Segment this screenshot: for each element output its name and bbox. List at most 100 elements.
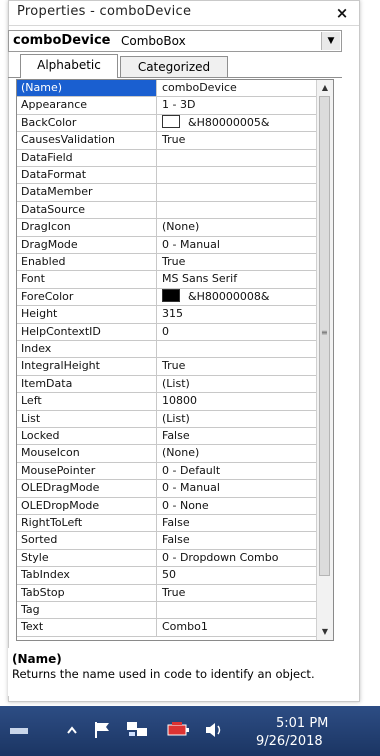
- property-name: DataField: [17, 149, 157, 166]
- property-value[interactable]: MS Sans Serif: [158, 271, 316, 287]
- flag-icon[interactable]: [93, 720, 115, 740]
- property-row[interactable]: DataMember: [17, 184, 317, 202]
- property-name: (Name): [17, 80, 157, 97]
- tab-categorized[interactable]: Categorized: [120, 56, 228, 78]
- property-value[interactable]: &H80000008&: [158, 288, 316, 305]
- chevron-down-icon[interactable]: ▼: [321, 32, 340, 50]
- property-row[interactable]: Height 315: [17, 306, 317, 324]
- property-name: Tag: [17, 602, 157, 619]
- clock-time[interactable]: 5:01 PM: [276, 716, 328, 731]
- property-row[interactable]: MousePointer 0 - Default: [17, 462, 317, 481]
- property-value[interactable]: True: [158, 358, 316, 374]
- property-name: ItemData: [17, 375, 157, 393]
- property-row[interactable]: OLEDragMode 0 - Manual: [17, 480, 317, 498]
- property-name: MousePointer: [17, 462, 157, 480]
- property-value[interactable]: False: [158, 515, 316, 531]
- property-name: Index: [17, 341, 157, 358]
- property-name: RightToLeft: [17, 515, 157, 532]
- property-row[interactable]: DataFormat: [17, 167, 317, 185]
- property-value[interactable]: False: [158, 428, 316, 444]
- property-name: HelpContextID: [17, 323, 157, 340]
- property-value[interactable]: (None): [158, 445, 316, 461]
- property-name: TabStop: [17, 584, 157, 601]
- object-selector-dropdown[interactable]: comboDevice ComboBox ▼: [8, 30, 342, 52]
- property-value[interactable]: [158, 150, 316, 166]
- property-value[interactable]: 0 - Default: [158, 463, 316, 479]
- close-button[interactable]: ×: [333, 4, 351, 22]
- property-row[interactable]: DragIcon (None): [17, 219, 317, 237]
- scroll-up-icon[interactable]: ▲: [317, 80, 333, 96]
- color-swatch-icon: [162, 114, 180, 128]
- property-value-text: &H80000008&: [188, 289, 270, 303]
- property-row[interactable]: TabStop True: [17, 584, 317, 602]
- property-row[interactable]: DataSource: [17, 201, 317, 220]
- property-row[interactable]: Font MS Sans Serif: [17, 271, 317, 289]
- property-value[interactable]: 315: [158, 306, 316, 322]
- property-value[interactable]: (List): [158, 376, 316, 392]
- property-value[interactable]: (None): [158, 219, 316, 235]
- property-row[interactable]: ItemData (List): [17, 375, 317, 394]
- property-row[interactable]: (Name) comboDevice: [17, 80, 317, 98]
- property-row[interactable]: Appearance 1 - 3D: [17, 97, 317, 115]
- property-row[interactable]: OLEDropMode 0 - None: [17, 497, 317, 515]
- property-row[interactable]: CausesValidation True: [17, 132, 317, 150]
- property-row[interactable]: Sorted False: [17, 532, 317, 550]
- property-value[interactable]: 10800: [158, 393, 316, 409]
- property-row[interactable]: List (List): [17, 410, 317, 428]
- property-row[interactable]: BackColor &H80000005&: [17, 114, 317, 133]
- property-name: Locked: [17, 428, 157, 445]
- property-row[interactable]: Text Combo1: [17, 619, 317, 637]
- property-value[interactable]: comboDevice: [158, 80, 316, 96]
- property-value[interactable]: True: [158, 254, 316, 270]
- property-value[interactable]: 0 - Manual: [158, 237, 316, 253]
- property-row[interactable]: DragMode 0 - Manual: [17, 236, 317, 254]
- property-value[interactable]: [158, 167, 316, 183]
- property-value[interactable]: 0 - Manual: [158, 480, 316, 496]
- property-value[interactable]: 50: [158, 567, 316, 583]
- property-row[interactable]: TabIndex 50: [17, 567, 317, 585]
- property-row[interactable]: Style 0 - Dropdown Combo: [17, 549, 317, 568]
- chevron-up-icon[interactable]: [66, 724, 78, 736]
- property-row[interactable]: ForeColor &H80000008&: [17, 288, 317, 307]
- property-value[interactable]: True: [158, 132, 316, 148]
- property-row[interactable]: HelpContextID 0: [17, 323, 317, 341]
- speaker-icon[interactable]: [204, 721, 226, 739]
- property-value[interactable]: True: [158, 585, 316, 601]
- start-icon[interactable]: [10, 726, 28, 736]
- property-value[interactable]: 0 - None: [158, 498, 316, 514]
- property-name: Text: [17, 619, 157, 636]
- property-value[interactable]: (List): [158, 411, 316, 427]
- tab-alphabetic[interactable]: Alphabetic: [20, 54, 118, 78]
- property-value[interactable]: [158, 341, 316, 357]
- property-value[interactable]: 0: [158, 324, 316, 340]
- color-swatch-icon: [162, 288, 180, 302]
- property-value[interactable]: 0 - Dropdown Combo: [158, 550, 316, 566]
- description-pane: (Name) Returns the name used in code to …: [8, 648, 342, 696]
- property-value[interactable]: 1 - 3D: [158, 97, 316, 113]
- battery-icon[interactable]: [166, 721, 192, 739]
- vertical-scrollbar[interactable]: ▲ ≡ ▼: [316, 80, 333, 640]
- property-row[interactable]: Index: [17, 341, 317, 359]
- property-row[interactable]: MouseIcon (None): [17, 445, 317, 463]
- property-value[interactable]: Combo1: [158, 619, 316, 635]
- property-row[interactable]: Left 10800: [17, 393, 317, 411]
- property-row[interactable]: Enabled True: [17, 254, 317, 272]
- scrollbar-thumb[interactable]: ≡: [319, 96, 330, 576]
- property-value[interactable]: False: [158, 532, 316, 548]
- property-row[interactable]: Locked False: [17, 428, 317, 446]
- property-value[interactable]: [158, 602, 316, 618]
- property-row[interactable]: IntegralHeight True: [17, 358, 317, 376]
- clock-date[interactable]: 9/26/2018: [256, 734, 323, 749]
- property-row[interactable]: Tag: [17, 602, 317, 620]
- property-value[interactable]: [158, 202, 316, 218]
- property-value[interactable]: [158, 184, 316, 200]
- property-name: TabIndex: [17, 567, 157, 584]
- network-icon[interactable]: [125, 720, 151, 740]
- property-row[interactable]: DataField: [17, 149, 317, 167]
- title-bar[interactable]: Properties - comboDevice ×: [9, 1, 359, 26]
- property-value[interactable]: &H80000005&: [158, 114, 316, 131]
- scroll-down-icon[interactable]: ▼: [317, 624, 333, 640]
- property-name: IntegralHeight: [17, 358, 157, 375]
- object-name: comboDevice: [13, 33, 111, 48]
- property-row[interactable]: RightToLeft False: [17, 515, 317, 533]
